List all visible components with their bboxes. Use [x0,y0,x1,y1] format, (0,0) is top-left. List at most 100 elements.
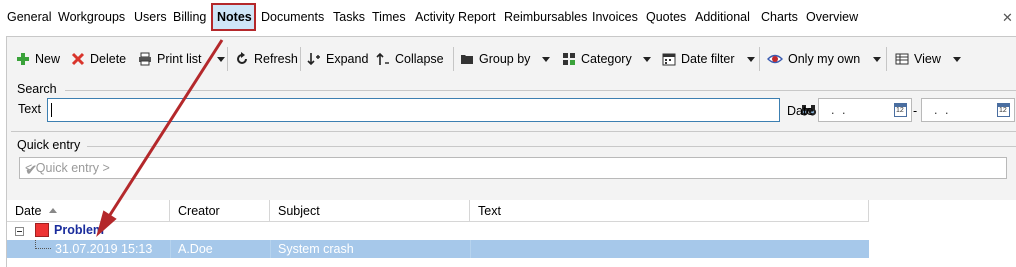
toolbar-separator [886,47,887,71]
cell-date: 31.07.2019 15:13 [55,242,153,256]
group-by-button-label: Group by [479,52,531,66]
collapse-button-label: Collapse [395,52,444,66]
tab-invoices[interactable]: Invoices [592,10,638,24]
date-to-input[interactable]: . . [921,98,1015,122]
expand-button-label: Expand [326,52,369,66]
text-cursor [51,103,52,117]
tab-users[interactable]: Users [134,10,167,24]
quick-entry-legend: Quick entry [17,138,81,152]
tab-documents[interactable]: Documents [261,10,324,24]
close-icon[interactable]: ✕ [1002,10,1013,26]
search-text-input[interactable] [47,98,817,122]
calendar-icon[interactable] [894,103,907,117]
view-button[interactable]: View [895,49,941,69]
eye-icon [767,54,783,64]
tab-overview[interactable]: Overview [806,10,858,24]
category-icon [563,53,575,65]
tab-activity-report[interactable]: Activity Report [415,10,496,24]
column-header-subject[interactable]: Subject [270,200,470,222]
date-filter-button[interactable]: Date filter [662,49,735,69]
date-filter-button-label: Date filter [681,52,735,66]
delete-button[interactable]: Delete [71,49,126,69]
tab-additional[interactable]: Additional [695,10,750,24]
toolbar-separator [227,47,228,71]
tab-times[interactable]: Times [372,10,406,24]
table-row[interactable]: 31.07.2019 15:13 A.Doe System crash [7,240,869,258]
category-button-label: Category [581,52,632,66]
date-label: Date [787,104,814,118]
print-list-button-label: Print list [157,52,202,66]
folder-icon [461,55,473,64]
print-list-dropdown[interactable] [217,57,225,62]
checkmark-icon[interactable]: ✔ [25,161,1001,179]
refresh-button[interactable]: Refresh [235,49,298,69]
date-from-input[interactable]: . . [818,98,912,122]
column-header-text[interactable]: Text [470,200,869,222]
refresh-icon [237,52,247,64]
print-list-button[interactable]: Print list [138,49,201,69]
expand-button[interactable]: Expand [307,49,368,69]
category-button[interactable]: Category [562,49,632,69]
module-tab-bar: General Workgroups Users Billing Notes D… [0,0,1016,36]
sort-ascending-icon [49,208,57,213]
collapse-icon [376,52,389,65]
tab-tasks[interactable]: Tasks [333,10,365,24]
toolbar: New Delete Print list Refresh Expand Col… [7,44,1016,74]
new-button[interactable]: New [16,49,60,69]
column-header-text-label: Text [478,204,501,218]
printer-icon [139,52,151,66]
date-to-value: . . [934,103,951,117]
column-header-subject-label: Subject [278,204,320,218]
tab-charts[interactable]: Charts [761,10,798,24]
tab-notes[interactable]: Notes [211,3,256,31]
calendar-icon[interactable] [997,103,1010,117]
calendar-icon [662,53,676,66]
tree-connector [35,240,51,249]
toolbar-separator [453,47,454,71]
new-button-label: New [35,52,61,66]
column-header-date[interactable]: Date [7,200,170,222]
only-my-own-dropdown[interactable] [873,57,881,62]
delete-button-label: Delete [90,52,127,66]
column-header-creator[interactable]: Creator [170,200,270,222]
tab-general[interactable]: General [7,10,51,24]
delete-x-icon [71,52,85,66]
collapse-button[interactable]: Collapse [376,49,444,69]
tab-notes-label: Notes [217,10,252,24]
group-by-button[interactable]: Group by [460,49,530,69]
view-button-label: View [914,52,941,66]
date-range-separator: - [913,104,918,118]
toolbar-separator [300,47,301,71]
notes-panel: New Delete Print list Refresh Expand Col… [6,36,1016,267]
tab-workgroups[interactable]: Workgroups [58,10,125,24]
date-from-value: . . [831,103,848,117]
search-legend-line [65,90,1016,91]
category-dropdown[interactable] [643,57,651,62]
toolbar-separator [759,47,760,71]
tab-billing[interactable]: Billing [173,10,206,24]
group-row[interactable]: Problem [7,222,869,240]
quick-entry-input[interactable]: < Quick entry > ✔ [19,157,1007,179]
text-label: Text [18,102,41,116]
group-label: Problem [54,223,105,237]
cell-subject: System crash [278,242,354,256]
tab-quotes[interactable]: Quotes [646,10,686,24]
only-my-own-button[interactable]: Only my own [767,49,860,69]
column-divider [170,240,171,258]
column-header-creator-label: Creator [178,204,220,218]
collapse-group-icon[interactable] [15,227,24,236]
category-color-swatch [35,223,49,237]
notes-grid: Date Creator Subject Text Problem 31.07.… [7,200,1016,267]
plus-icon [17,53,29,65]
expand-icon [307,53,320,66]
date-filter-dropdown[interactable] [747,57,755,62]
column-header-date-label: Date [15,204,42,218]
tab-reimbursables[interactable]: Reimbursables [504,10,587,24]
group-by-dropdown[interactable] [542,57,550,62]
column-divider [470,240,471,258]
refresh-button-label: Refresh [254,52,298,66]
only-my-own-button-label: Only my own [788,52,861,66]
column-divider [270,240,271,258]
view-grid-icon [895,53,909,65]
view-dropdown[interactable] [953,57,961,62]
